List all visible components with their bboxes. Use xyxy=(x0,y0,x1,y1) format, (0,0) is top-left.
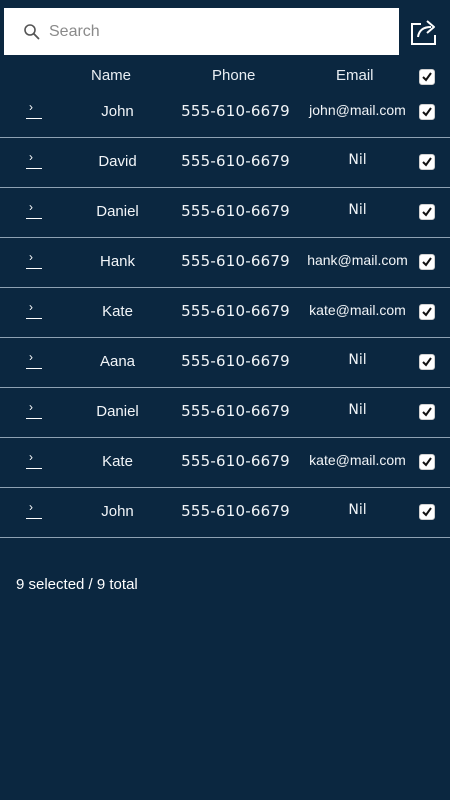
contact-email: Nil xyxy=(348,202,367,218)
table-row[interactable]: › Kate 555-610-6679 kate@mail.com xyxy=(0,438,450,488)
row-checkbox[interactable] xyxy=(419,204,435,220)
table-header: Name Phone Email xyxy=(0,62,450,90)
contact-email: Nil xyxy=(348,152,367,168)
chevron-right-icon[interactable]: › xyxy=(26,101,42,119)
contact-email: Nil xyxy=(348,502,367,518)
row-checkbox[interactable] xyxy=(419,104,435,120)
contact-name: David xyxy=(98,153,137,170)
row-checkbox[interactable] xyxy=(419,404,435,420)
top-bar xyxy=(0,0,450,62)
select-all-checkbox[interactable] xyxy=(419,69,435,85)
chevron-right-icon[interactable]: › xyxy=(26,301,42,319)
contact-email: Nil xyxy=(348,402,367,418)
contact-email: kate@mail.com xyxy=(309,452,406,468)
table-row[interactable]: › David 555-610-6679 Nil xyxy=(0,138,450,188)
checkmark-icon xyxy=(422,207,432,217)
table-row[interactable]: › Daniel 555-610-6679 Nil xyxy=(0,388,450,438)
contact-phone: 555-610-6679 xyxy=(181,202,290,220)
chevron-right-icon[interactable]: › xyxy=(26,451,42,469)
share-button[interactable] xyxy=(407,15,441,49)
column-header-email[interactable]: Email xyxy=(336,67,374,84)
search-input[interactable] xyxy=(47,15,371,48)
checkmark-icon xyxy=(422,107,432,117)
row-checkbox[interactable] xyxy=(419,454,435,470)
checkmark-icon xyxy=(422,407,432,417)
contact-email: hank@mail.com xyxy=(307,252,408,268)
chevron-right-icon[interactable]: › xyxy=(26,401,42,419)
checkmark-icon xyxy=(422,157,432,167)
contact-phone: 555-610-6679 xyxy=(181,252,290,270)
contact-name: Kate xyxy=(102,303,133,320)
contact-list: › John 555-610-6679 john@mail.com › David 555-… xyxy=(0,88,450,538)
column-header-name[interactable]: Name xyxy=(91,67,131,84)
table-row[interactable]: › Hank 555-610-6679 hank@mail.com xyxy=(0,238,450,288)
chevron-right-icon[interactable]: › xyxy=(26,201,42,219)
row-checkbox[interactable] xyxy=(419,154,435,170)
checkmark-icon xyxy=(422,457,432,467)
contact-phone: 555-610-6679 xyxy=(181,452,290,470)
chevron-right-icon[interactable]: › xyxy=(26,501,42,519)
contact-name: Hank xyxy=(99,253,136,270)
contact-phone: 555-610-6679 xyxy=(181,102,290,120)
contact-phone: 555-610-6679 xyxy=(181,402,290,420)
row-checkbox[interactable] xyxy=(419,354,435,370)
table-row[interactable]: › John 555-610-6679 john@mail.com xyxy=(0,88,450,138)
row-checkbox[interactable] xyxy=(419,304,435,320)
table-row[interactable]: › John 555-610-6679 Nil xyxy=(0,488,450,538)
checkmark-icon xyxy=(422,72,432,82)
checkmark-icon xyxy=(422,257,432,267)
table-row[interactable]: › Kate 555-610-6679 kate@mail.com xyxy=(0,288,450,338)
contact-name: Daniel xyxy=(96,203,139,220)
contact-email: kate@mail.com xyxy=(309,302,406,318)
table-row[interactable]: › Aana 555-610-6679 Nil xyxy=(0,338,450,388)
contact-name: Kate xyxy=(102,453,133,470)
contact-email: Nil xyxy=(348,352,367,368)
contact-email: john@mail.com xyxy=(309,102,406,118)
contact-phone: 555-610-6679 xyxy=(181,302,290,320)
contact-name: Daniel xyxy=(96,403,139,420)
column-header-phone[interactable]: Phone xyxy=(212,67,255,84)
checkmark-icon xyxy=(422,307,432,317)
selection-status: 9 selected / 9 total xyxy=(16,576,138,593)
search-bar[interactable] xyxy=(4,8,399,55)
chevron-right-icon[interactable]: › xyxy=(26,351,42,369)
contact-phone: 555-610-6679 xyxy=(181,502,290,520)
chevron-right-icon[interactable]: › xyxy=(26,251,42,269)
contact-name: Aana xyxy=(99,353,136,370)
table-row[interactable]: › Daniel 555-610-6679 Nil xyxy=(0,188,450,238)
contact-phone: 555-610-6679 xyxy=(181,352,290,370)
contact-name: John xyxy=(101,503,134,520)
row-checkbox[interactable] xyxy=(419,254,435,270)
search-icon xyxy=(23,23,41,41)
share-icon xyxy=(411,20,436,45)
checkmark-icon xyxy=(422,357,432,367)
chevron-right-icon[interactable]: › xyxy=(26,151,42,169)
row-checkbox[interactable] xyxy=(419,504,435,520)
checkmark-icon xyxy=(422,507,432,517)
contact-phone: 555-610-6679 xyxy=(181,152,290,170)
contact-name: John xyxy=(101,103,134,120)
